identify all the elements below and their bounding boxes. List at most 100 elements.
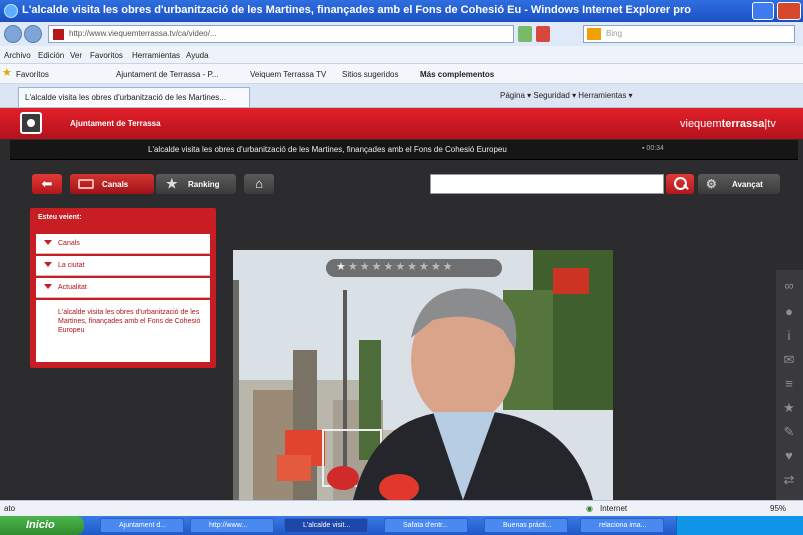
brand-suffix: tv — [767, 118, 776, 130]
heart-icon[interactable]: ♥ — [781, 448, 797, 464]
site-header: Ajuntament de Terrassa viequemterrassa|t… — [0, 108, 803, 139]
comment-icon[interactable]: ● — [781, 304, 797, 320]
search-provider-icon — [587, 28, 601, 40]
site-search-input[interactable] — [430, 174, 664, 194]
site-favicon-icon — [53, 29, 64, 40]
triangle-down-icon — [44, 262, 52, 267]
url-text: http://www.viequemterrassa.tv/ca/video/.… — [69, 29, 217, 38]
window-title: L'alcalde visita les obres d'urbanitzaci… — [22, 4, 691, 16]
search-icon[interactable] — [666, 174, 694, 194]
now-watching-panel: Esteu veient: Canals La ciutat Actualita… — [30, 208, 216, 368]
video-frame — [233, 250, 613, 500]
back-nav-button[interactable] — [4, 25, 22, 43]
video-player[interactable] — [233, 250, 613, 500]
search-placeholder: Bing — [606, 29, 623, 38]
home-button[interactable]: ⌂ — [244, 174, 274, 194]
panel-item-label: Actualitat — [58, 284, 87, 291]
taskbar-item[interactable]: http://www... — [190, 518, 274, 533]
refresh-icon[interactable] — [518, 26, 532, 42]
brand-light: viequem — [680, 118, 722, 130]
video-headline: L'alcalde visita les obres d'urbanitzaci… — [148, 145, 507, 154]
star-icon[interactable]: ★ — [781, 400, 797, 416]
tv-icon — [78, 179, 94, 189]
active-browser-tab[interactable]: L'alcalde visita les obres d'urbanitzaci… — [18, 87, 250, 107]
close-button[interactable] — [777, 2, 801, 20]
video-rating[interactable]: ★★★★★★★★★★ — [326, 259, 502, 277]
site-org-name[interactable]: Ajuntament de Terrassa — [70, 119, 161, 128]
home-icon: ⌂ — [255, 176, 263, 191]
menu-view[interactable]: Ver — [70, 51, 82, 60]
taskbar-item[interactable]: Buenas prácti... — [484, 518, 568, 533]
menu-favorites[interactable]: Favoritos — [90, 51, 123, 60]
start-button[interactable]: Inicio — [0, 516, 84, 535]
panel-item-label: Canals — [58, 240, 80, 247]
globe-icon: ◉ — [586, 504, 593, 513]
taskbar-item[interactable]: Safata d'entr... — [384, 518, 468, 533]
ranking-button[interactable]: ★ Ranking — [156, 174, 236, 194]
pin-icon[interactable]: ✎ — [781, 424, 797, 440]
menu-file[interactable]: Archivo — [4, 51, 31, 60]
canals-button[interactable]: Canals — [70, 174, 154, 194]
advanced-label: Avançat — [732, 180, 763, 189]
favorite-tv[interactable]: Veiquem Terrassa TV — [250, 70, 326, 79]
favorite-suggested[interactable]: Sitios sugeridos — [342, 70, 398, 79]
star-icon: ★ — [166, 176, 178, 191]
panel-item-label: La ciutat — [58, 262, 85, 269]
advanced-search-button[interactable]: ⚙ Avançat — [698, 174, 780, 194]
panel-title: Esteu veient: — [38, 214, 82, 221]
command-bar[interactable]: Página ▾ Seguridad ▾ Herramientas ▾ — [500, 91, 633, 100]
gear-icon: ⚙ — [706, 177, 717, 191]
triangle-down-icon — [44, 284, 52, 289]
brand-bold: terrassa — [721, 118, 765, 130]
favorites-button[interactable]: Favoritos — [16, 70, 49, 79]
menu-help[interactable]: Ayuda — [186, 51, 209, 60]
panel-item-ciutat[interactable]: La ciutat — [36, 256, 210, 276]
arrow-left-icon: ⬅ — [41, 176, 53, 191]
taskbar-item[interactable]: Ajuntament d... — [100, 518, 184, 533]
email-icon[interactable]: ✉ — [781, 352, 797, 368]
status-bar: ato ◉ Internet 95% — [0, 500, 803, 516]
site-back-button[interactable]: ⬅ — [32, 174, 62, 194]
share-icon[interactable]: ⇄ — [781, 472, 797, 488]
taskbar-item-active[interactable]: L'alcalde visit... — [284, 518, 368, 533]
rating-stars[interactable]: ★★★★★★★★★ — [348, 261, 455, 273]
city-logo-icon[interactable] — [20, 112, 42, 134]
tab-label: L'alcalde visita les obres d'urbanitzaci… — [25, 93, 226, 102]
start-label: Inicio — [26, 519, 55, 531]
canals-label: Canals — [102, 180, 129, 189]
windows-taskbar: Inicio Ajuntament d... http://www... L'a… — [0, 516, 803, 535]
menu-bar: Archivo Edición Ver Favoritos Herramient… — [0, 46, 803, 64]
ranking-label: Ranking — [188, 180, 220, 189]
taskbar-item[interactable]: relaciona ima... — [580, 518, 664, 533]
tab-bar: L'alcalde visita les obres d'urbanitzaci… — [0, 84, 803, 108]
panel-item-canals[interactable]: Canals — [36, 234, 210, 254]
minimize-button[interactable] — [752, 2, 774, 20]
menu-tools[interactable]: Herramientas — [132, 51, 180, 60]
menu-edit[interactable]: Edición — [38, 51, 64, 60]
link-icon[interactable]: ∞ — [781, 278, 797, 294]
brand-logo[interactable]: viequemterrassa|tv — [680, 118, 776, 130]
embed-icon[interactable]: ≡ — [781, 376, 797, 392]
share-sidebar: ∞ ● i ✉ ≡ ★ ✎ ♥ ⇄ — [776, 270, 803, 502]
zoom-level[interactable]: 95% — [770, 504, 786, 513]
headline-band: L'alcalde visita les obres d'urbanitzaci… — [10, 140, 798, 160]
address-bar: http://www.viequemterrassa.tv/ca/video/.… — [0, 22, 803, 46]
star-icon[interactable]: ★ — [336, 261, 348, 273]
stop-icon[interactable] — [536, 26, 550, 42]
video-duration: ▪ 00:34 — [642, 145, 664, 152]
panel-current-article[interactable]: L'alcalde visita les obres d'urbanitzaci… — [36, 300, 210, 362]
favorites-bar: ★ Favoritos Ajuntament de Terrassa - P..… — [0, 64, 803, 84]
favorites-star-icon: ★ — [2, 67, 12, 79]
system-tray[interactable] — [676, 516, 803, 535]
security-zone: Internet — [600, 504, 628, 513]
favorite-addons[interactable]: Más complementos — [420, 70, 494, 79]
info-icon[interactable]: i — [781, 328, 797, 344]
triangle-down-icon — [44, 240, 52, 245]
ie-icon — [4, 4, 18, 18]
search-input[interactable]: Bing — [583, 25, 795, 43]
panel-item-actualitat[interactable]: Actualitat — [36, 278, 210, 298]
favorite-ajuntament[interactable]: Ajuntament de Terrassa - P... — [116, 70, 218, 79]
url-field[interactable]: http://www.viequemterrassa.tv/ca/video/.… — [48, 25, 514, 43]
window-title-bar: L'alcalde visita les obres d'urbanitzaci… — [0, 0, 803, 22]
forward-nav-button[interactable] — [24, 25, 42, 43]
